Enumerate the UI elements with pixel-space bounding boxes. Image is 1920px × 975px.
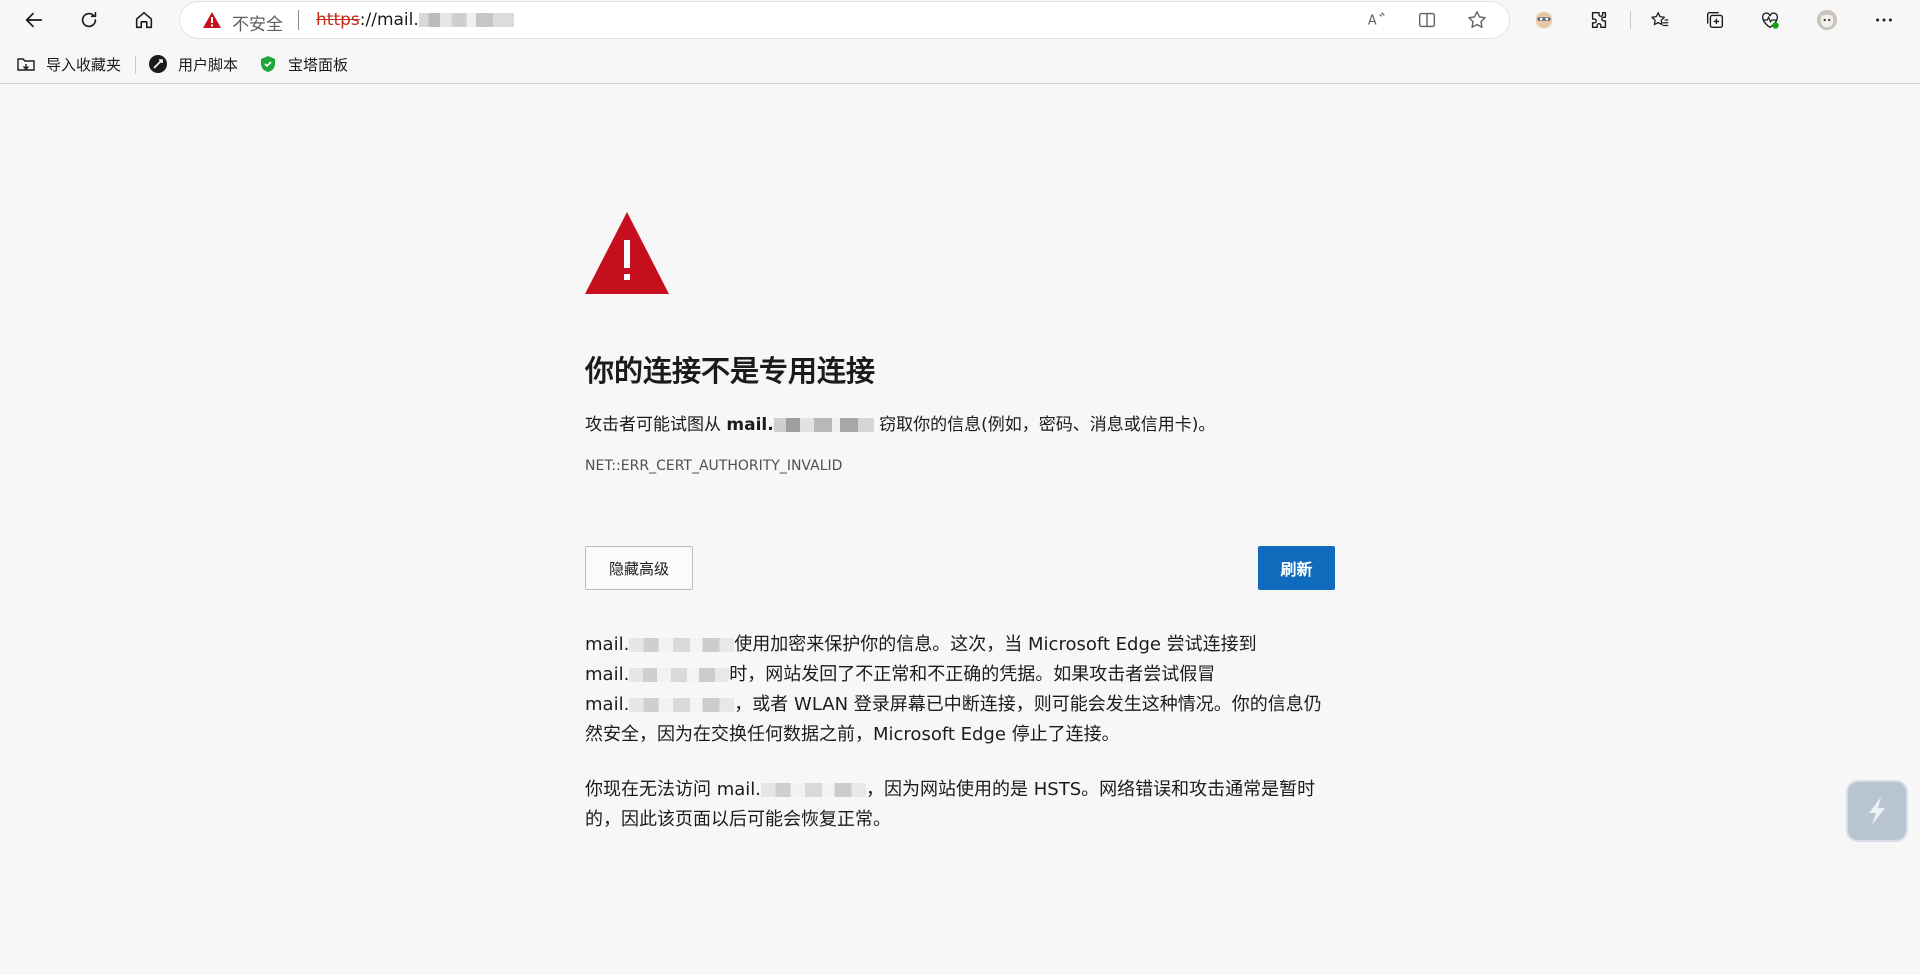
profile-avatar-button[interactable]: [1809, 2, 1845, 38]
svg-text:A: A: [1368, 14, 1377, 29]
advanced-details-paragraph: mail. 使用加密来保护你的信息。这次，当 Microsoft Edge 尝试连…: [585, 630, 1335, 750]
home-icon: [135, 11, 153, 29]
address-bar[interactable]: 不安全 https://mail. A: [180, 2, 1509, 38]
shield-icon: [258, 54, 278, 74]
profile-avatar-icon: [1816, 9, 1838, 31]
refresh-page-button[interactable]: 刷新: [1258, 546, 1335, 590]
redacted-domain: [418, 13, 514, 27]
redacted-domain: [629, 698, 735, 712]
details-line: mail. 使用加密来保护你的信息。这次，当 Microsoft Edge 尝试连…: [585, 630, 1335, 660]
heart-pulse-icon: [1761, 12, 1779, 29]
favorite-userscript[interactable]: 用户脚本: [148, 51, 238, 77]
floating-assistant-button[interactable]: [1848, 782, 1906, 840]
description-prefix: 攻击者可能试图从: [585, 415, 721, 435]
url-text[interactable]: https://mail.: [316, 10, 514, 30]
details-text: ，或者 WLAN 登录屏幕已中断连接，则可能会发生这种情况。你的信息仍: [734, 694, 1322, 715]
split-screen-icon[interactable]: [1416, 9, 1438, 31]
favorite-import[interactable]: 导入收藏夹: [16, 51, 121, 77]
more-horizontal-icon: [1876, 18, 1892, 22]
details-text: ，因为网站使用的是 HSTS。网络错误和攻击通常是暂时: [866, 779, 1316, 800]
extensions-button[interactable]: [1581, 2, 1617, 38]
url-scheme: https: [316, 10, 360, 30]
redacted-domain: [761, 783, 867, 797]
browser-toolbar: 不安全 https://mail. A: [0, 0, 1920, 40]
extension-face-icon: [1535, 11, 1553, 29]
extension-avatar-button[interactable]: [1526, 2, 1562, 38]
favorites-list-icon: [1651, 12, 1669, 27]
details-text: 时，网站发回了不正常和不正确的凭据。如果攻击者尝试假冒: [729, 664, 1216, 685]
host-text: mail.: [585, 664, 630, 685]
host-text: mail.: [585, 694, 630, 715]
settings-more-button[interactable]: [1866, 2, 1902, 38]
favorite-star-icon[interactable]: [1466, 9, 1488, 31]
details-line: mail. ，或者 WLAN 登录屏幕已中断连接，则可能会发生这种情况。你的信息仍: [585, 690, 1335, 720]
collections-button[interactable]: [1697, 2, 1733, 38]
description-suffix: 窃取你的信息(例如，密码、消息或信用卡)。: [879, 415, 1216, 435]
home-button[interactable]: [126, 2, 162, 38]
favorite-label: 宝塔面板: [288, 55, 349, 74]
refresh-icon: [81, 11, 97, 28]
error-code[interactable]: NET::ERR_CERT_AUTHORITY_INVALID: [585, 458, 842, 474]
redacted-domain: [629, 638, 735, 652]
collections-icon: [1706, 11, 1724, 29]
host-text: mail.: [716, 779, 762, 800]
redacted-domain: [629, 668, 730, 682]
puzzle-icon: [1591, 11, 1607, 29]
details-line: 你现在无法访问 mail. ，因为网站使用的是 HSTS。网络错误和攻击通常是暂时: [585, 775, 1335, 805]
refresh-button[interactable]: [71, 2, 107, 38]
details-text: 你现在无法访问: [585, 779, 711, 800]
toolbar-divider: [1630, 11, 1631, 29]
error-description: 攻击者可能试图从 mail. 窃取你的信息(例如，密码、消息或信用卡)。: [585, 410, 1215, 435]
favorite-label: 导入收藏夹: [46, 55, 122, 74]
details-line: 然安全，因为在交换任何数据之前，Microsoft Edge 停止了连接。: [585, 724, 1120, 745]
page-title: 你的连接不是专用连接: [585, 354, 876, 388]
arrow-left-icon: [25, 12, 43, 28]
favorite-label: 用户脚本: [178, 55, 239, 74]
favorites-divider: [135, 56, 136, 74]
description-host: mail.: [726, 415, 774, 435]
redacted-domain: [773, 418, 874, 432]
warning-triangle-icon: [585, 212, 669, 294]
details-line: mail. 时，网站发回了不正常和不正确的凭据。如果攻击者尝试假冒: [585, 660, 1335, 690]
userscript-icon: [148, 54, 168, 74]
hide-advanced-button[interactable]: 隐藏高级: [585, 546, 693, 590]
favorites-bar: 导入收藏夹 用户脚本 宝塔面板: [0, 44, 1920, 84]
hsts-paragraph: 你现在无法访问 mail. ，因为网站使用的是 HSTS。网络错误和攻击通常是暂时…: [585, 775, 1335, 835]
address-divider: [298, 10, 299, 30]
read-aloud-icon[interactable]: A: [1366, 9, 1388, 31]
details-line: 的，因此该页面以后可能会恢复正常。: [585, 809, 891, 830]
not-secure-warning-icon: [203, 12, 221, 28]
browser-essentials-button[interactable]: [1752, 2, 1788, 38]
url-host: ://mail.: [359, 10, 419, 30]
host-text: mail.: [585, 634, 630, 655]
favorite-baota[interactable]: 宝塔面板: [258, 51, 348, 77]
security-label[interactable]: 不安全: [232, 10, 283, 35]
lightning-bolt-icon: [1869, 797, 1885, 825]
details-text: 使用加密来保护你的信息。这次，当 Microsoft Edge 尝试连接到: [734, 634, 1257, 655]
back-button[interactable]: [16, 2, 52, 38]
favorites-button[interactable]: [1642, 2, 1678, 38]
import-favorites-icon: [16, 54, 36, 74]
